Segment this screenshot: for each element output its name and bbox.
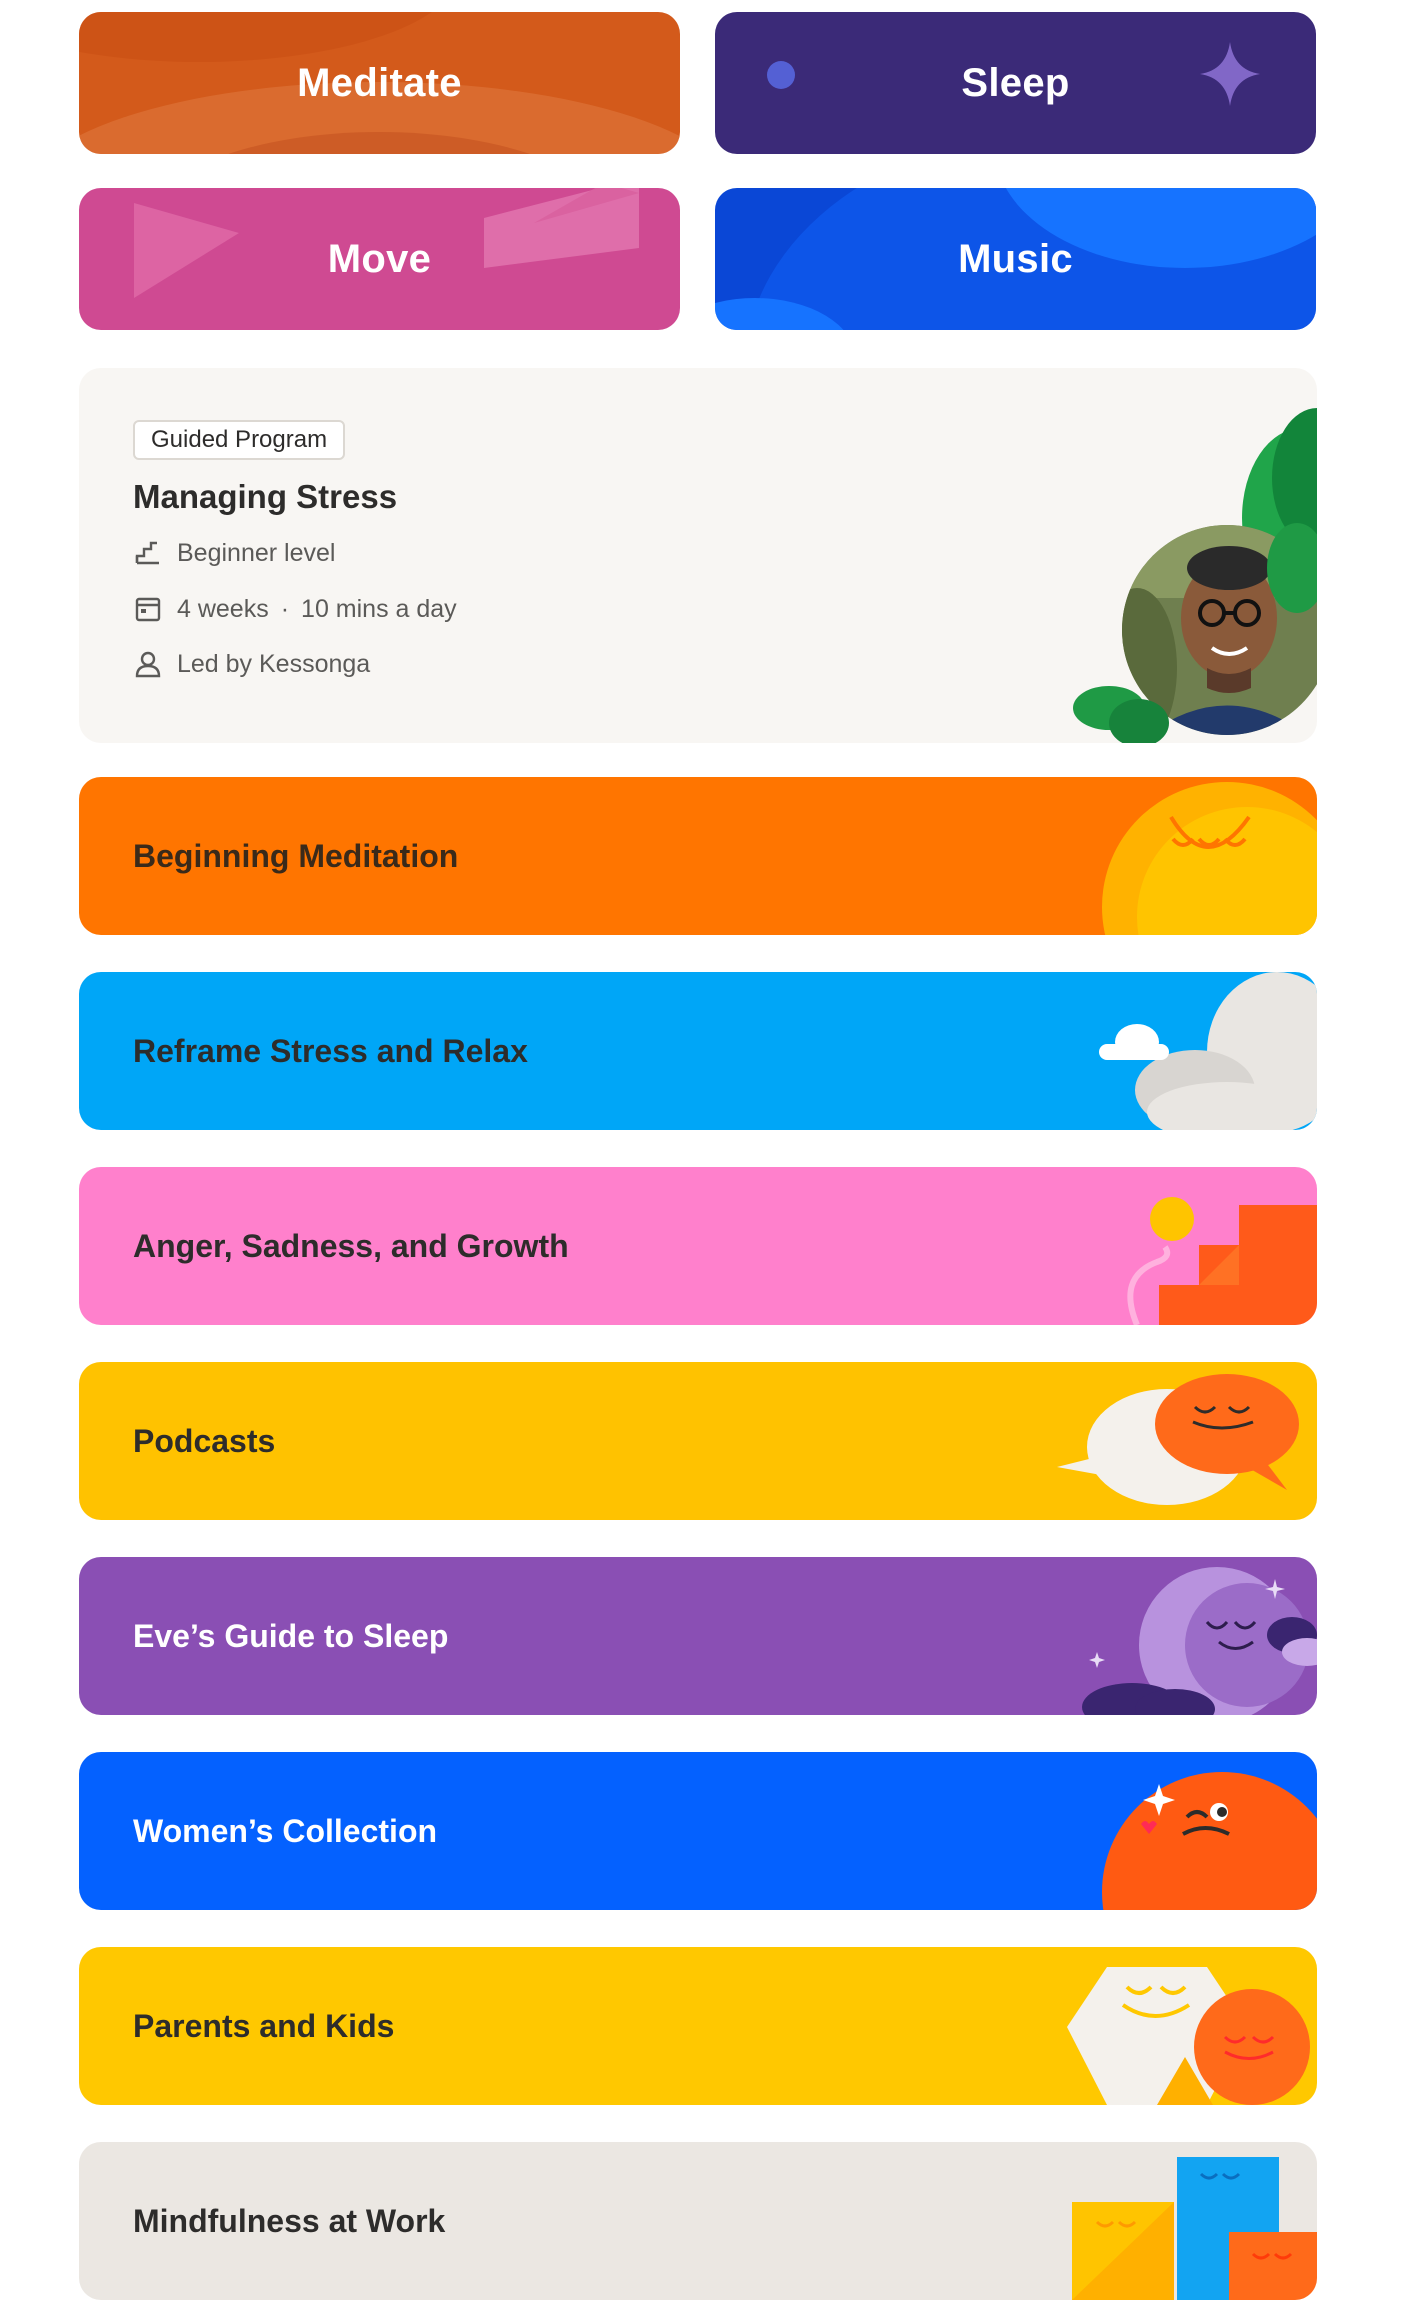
instructor-portrait <box>1073 408 1317 743</box>
music-tile[interactable]: Music <box>715 188 1316 330</box>
collection-label: Anger, Sadness, and Growth <box>133 1227 569 1264</box>
collection-label: Eve’s Guide to Sleep <box>133 1617 449 1654</box>
program-leader-row: Led by Kessonga <box>133 649 370 679</box>
program-title: Managing Stress <box>133 478 398 515</box>
collection-reframe-stress[interactable]: Reframe Stress and Relax <box>79 972 1317 1130</box>
collection-podcasts[interactable]: Podcasts <box>79 1362 1317 1520</box>
office-blocks-illustration <box>1072 2157 1317 2300</box>
program-leader: Led by Kessonga <box>177 649 371 678</box>
smiling-sun-illustration <box>1102 782 1317 935</box>
collection-mindfulness-at-work[interactable]: Mindfulness at Work <box>79 2142 1317 2300</box>
collection-label: Parents and Kids <box>133 2007 395 2044</box>
sleep-label: Sleep <box>961 60 1070 105</box>
collection-label: Beginning Meditation <box>133 837 459 874</box>
collection-womens-collection[interactable]: Women’s Collection <box>79 1752 1317 1910</box>
stairs-icon <box>135 541 159 565</box>
guided-program-badge: Guided Program <box>133 420 346 460</box>
duration-separator: · <box>280 594 290 623</box>
move-label: Move <box>327 236 432 281</box>
meditate-label: Meditate <box>297 60 462 105</box>
meditate-tile[interactable]: Meditate <box>79 12 680 154</box>
program-duration-daily: 10 mins a day <box>301 594 457 623</box>
music-label: Music <box>958 236 1073 281</box>
collection-label: Women’s Collection <box>133 1812 438 1849</box>
program-duration-row: 4 weeks · 10 mins a day <box>133 594 457 624</box>
program-level-row: Beginner level <box>133 538 335 568</box>
speech-bubbles-illustration <box>1057 1374 1299 1505</box>
collection-label: Mindfulness at Work <box>133 2202 446 2239</box>
program-level: Beginner level <box>177 538 336 567</box>
stairs-illustration <box>1127 1197 1317 1325</box>
collection-eves-guide-to-sleep[interactable]: Eve’s Guide to Sleep <box>79 1557 1317 1715</box>
program-duration-weeks: 4 weeks <box>177 594 269 623</box>
moon-illustration <box>1082 1567 1317 1715</box>
collection-anger-sadness-growth[interactable]: Anger, Sadness, and Growth <box>79 1167 1317 1325</box>
clouds-illustration <box>1099 972 1317 1130</box>
family-faces-illustration <box>1067 1967 1310 2105</box>
collection-label: Podcasts <box>133 1422 276 1459</box>
calendar-icon <box>135 597 161 622</box>
collection-beginning-meditation[interactable]: Beginning Meditation <box>79 777 1317 935</box>
collection-parents-and-kids[interactable]: Parents and Kids <box>79 1947 1317 2105</box>
managing-stress-program-card[interactable]: Guided Program Managing Stress Beginner … <box>79 368 1317 743</box>
person-icon <box>135 651 161 678</box>
winking-sun-illustration <box>1102 1772 1317 1910</box>
sleep-tile[interactable]: Sleep <box>715 12 1316 154</box>
collection-label: Reframe Stress and Relax <box>133 1032 528 1069</box>
move-tile[interactable]: Move <box>79 188 680 330</box>
